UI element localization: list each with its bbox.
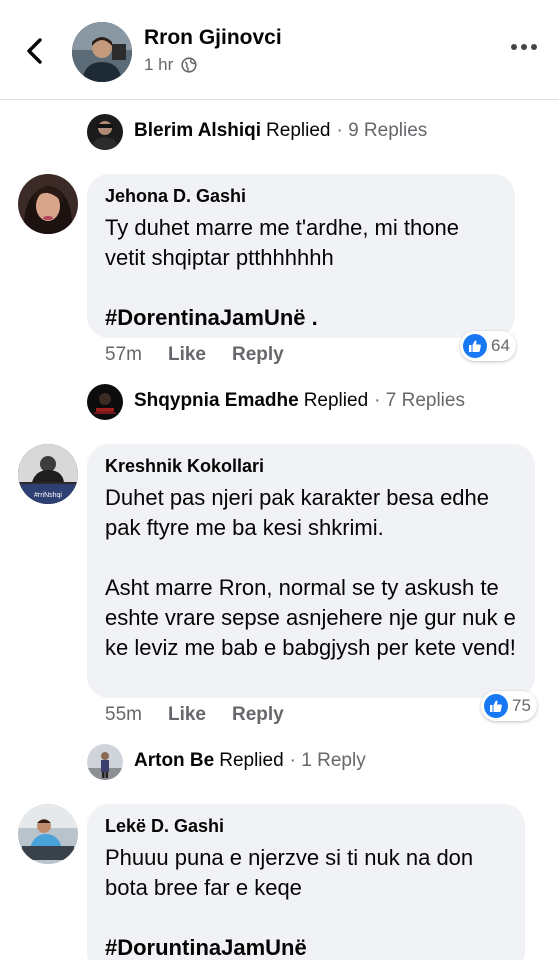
comment-author[interactable]: Kreshnik Kokollari (105, 456, 517, 477)
replier-name: Arton Be (134, 750, 215, 771)
reaction-number: 75 (512, 696, 531, 715)
post-meta: 1 hr (144, 55, 197, 75)
replier-avatar[interactable] (87, 114, 123, 150)
like-reaction-icon (463, 334, 487, 358)
like-reaction-icon (484, 694, 508, 718)
comment-text: Phuuu puna e njerzve si ti nuk na don bo… (105, 845, 474, 900)
post-header: Rron Gjinovci 1 hr (0, 0, 559, 100)
replies-summary-link[interactable]: Blerim Alshiqi Replied · 9 Replies (134, 120, 427, 142)
comment-actions: 57m Like Reply (105, 344, 284, 366)
commenter-avatar[interactable] (18, 804, 78, 864)
commenter-avatar[interactable] (18, 174, 78, 234)
chevron-left-icon[interactable] (20, 34, 50, 68)
replied-label: Replied (266, 120, 331, 141)
reaction-count[interactable]: 75 (481, 691, 537, 721)
replier-name: Blerim Alshiqi (134, 120, 262, 141)
comment-hashtag[interactable]: #DorentinaJamUnë . (105, 303, 497, 333)
comment-text: Duhet pas njeri pak karakter besa edhe p… (105, 485, 490, 540)
comment-time: 57m (105, 344, 142, 365)
author-avatar[interactable] (72, 22, 132, 82)
reply-count: · 9 Replies (336, 120, 428, 141)
author-name[interactable]: Rron Gjinovci (144, 26, 282, 50)
reply-button[interactable]: Reply (232, 344, 284, 366)
avatar-caption: #rriNshqi (34, 492, 62, 499)
reaction-number: 64 (491, 336, 510, 355)
comment-bubble[interactable]: Lekë D. Gashi Phuuu puna e njerzve si ti… (87, 804, 525, 960)
reply-button[interactable]: Reply (232, 704, 284, 726)
reply-count: · 1 Reply (289, 750, 366, 771)
commenter-avatar[interactable]: #rriNshqi (18, 444, 78, 504)
comment-bubble[interactable]: Jehona D. Gashi Ty duhet marre me t'ardh… (87, 174, 515, 338)
replier-avatar[interactable] (87, 744, 123, 780)
like-button[interactable]: Like (168, 704, 206, 726)
replier-avatar[interactable] (87, 384, 123, 420)
reaction-count[interactable]: 64 (460, 331, 516, 361)
replied-label: Replied (219, 750, 284, 771)
comment-actions: 55m Like Reply (105, 704, 284, 726)
reply-count: · 7 Replies (374, 390, 465, 411)
replies-summary-link[interactable]: Arton Be Replied · 1 Reply (134, 750, 366, 772)
more-horizontal-icon[interactable] (511, 44, 537, 50)
post-time[interactable]: 1 hr (144, 55, 173, 75)
globe-icon (181, 57, 197, 73)
like-button[interactable]: Like (168, 344, 206, 366)
comment-text-paragraph: Asht marre Rron, normal se ty askush te … (105, 575, 516, 660)
comment-time: 55m (105, 704, 142, 725)
comment-author[interactable]: Lekë D. Gashi (105, 816, 507, 837)
comment-bubble[interactable]: Kreshnik Kokollari Duhet pas njeri pak k… (87, 444, 535, 698)
replied-label: Replied (303, 390, 369, 411)
comment-author[interactable]: Jehona D. Gashi (105, 186, 497, 207)
replier-name: Shqypnia Emadhe (134, 390, 299, 411)
comment-hashtag[interactable]: #DoruntinaJamUnë (105, 933, 507, 960)
replies-summary-link[interactable]: Shqypnia Emadhe Replied · 7 Replies (134, 390, 465, 412)
comment-text: Ty duhet marre me t'ardhe, mi thone veti… (105, 215, 459, 270)
